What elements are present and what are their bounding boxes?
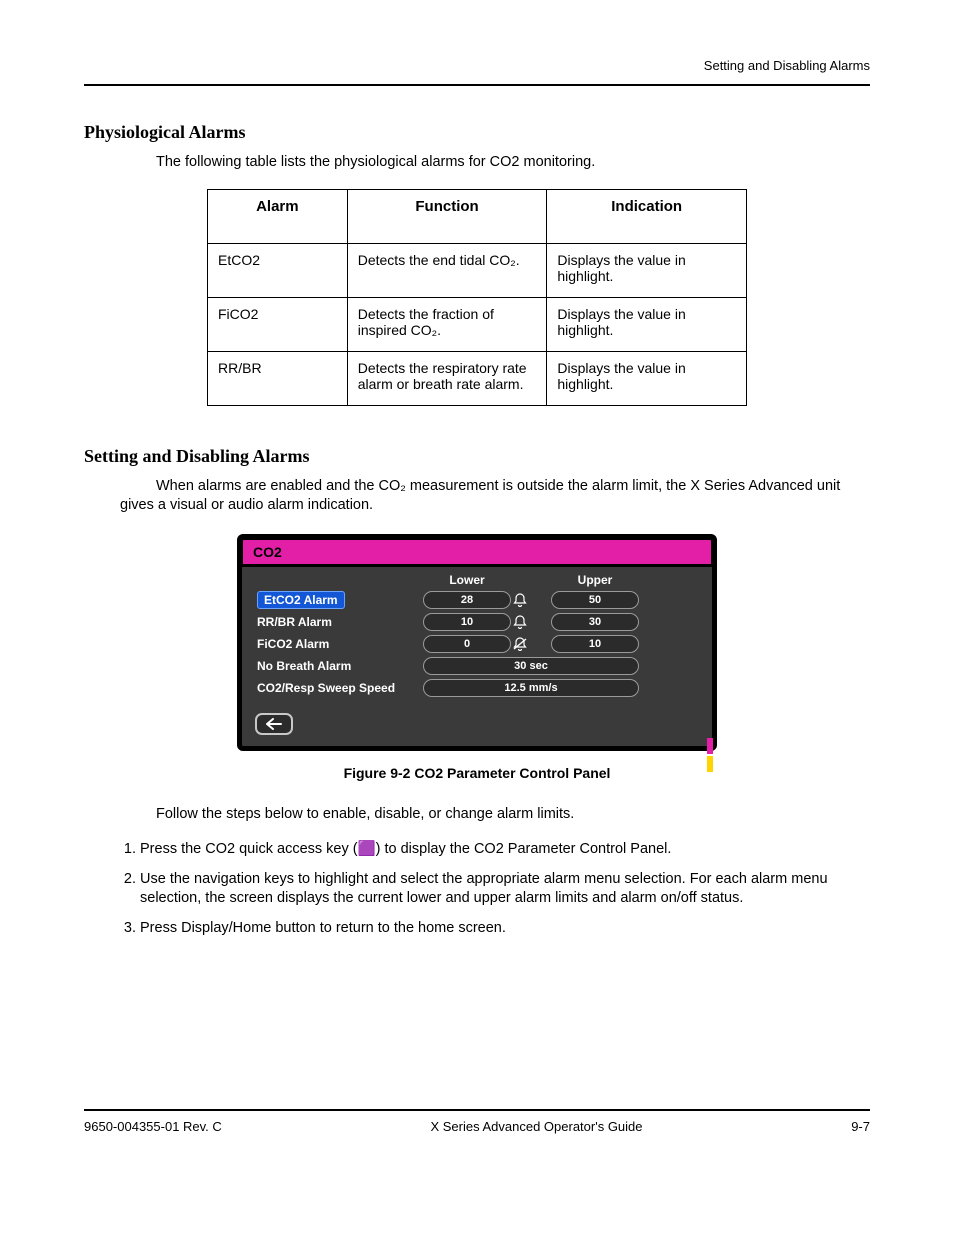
bell-on-icon bbox=[511, 614, 529, 629]
footer-rule bbox=[84, 1109, 870, 1111]
panel-title: CO2 bbox=[241, 538, 713, 567]
cell-alarm: FiCO2 bbox=[208, 297, 348, 351]
alarm-table: Alarm Function Indication EtCO2 Detects … bbox=[207, 189, 747, 406]
row-fico2-label[interactable]: FiCO2 Alarm bbox=[251, 637, 423, 651]
table-row: FiCO2 Detects the fraction of inspired C… bbox=[208, 297, 747, 351]
bell-on-icon bbox=[511, 592, 529, 607]
cell-alarm: EtCO2 bbox=[208, 243, 348, 297]
cell-alarm: RR/BR bbox=[208, 351, 348, 405]
table-header-row: Alarm Function Indication bbox=[208, 189, 747, 243]
header-section-title: Setting and Disabling Alarms bbox=[704, 58, 870, 73]
section-title-setting-alarms: Setting and Disabling Alarms bbox=[84, 446, 870, 467]
col-lower-label: Lower bbox=[423, 573, 511, 587]
co2-control-panel: CO2 Lower Upper EtCO2 Alarm 28 50 RR/BR bbox=[237, 534, 717, 751]
step-item: Use the navigation keys to highlight and… bbox=[140, 870, 870, 909]
section-title-physiological-alarms: Physiological Alarms bbox=[84, 122, 870, 143]
steps-list: Press the CO2 quick access key (🟪) to di… bbox=[140, 840, 870, 938]
step-item: Press the CO2 quick access key (🟪) to di… bbox=[140, 840, 870, 860]
row-etco2-label[interactable]: EtCO2 Alarm bbox=[251, 591, 423, 609]
footer-left: 9650-004355-01 Rev. C bbox=[84, 1119, 222, 1134]
etco2-lower-value[interactable]: 28 bbox=[423, 591, 511, 609]
back-button[interactable] bbox=[255, 713, 293, 735]
footer-right: 9-7 bbox=[851, 1119, 870, 1134]
setting-alarms-intro: When alarms are enabled and the CO₂ meas… bbox=[120, 477, 870, 516]
step-item: Press Display/Home button to return to t… bbox=[140, 919, 870, 939]
page-footer: 9650-004355-01 Rev. C X Series Advanced … bbox=[84, 1109, 870, 1134]
footer-center: X Series Advanced Operator's Guide bbox=[430, 1119, 642, 1134]
cell-function: Detects the end tidal CO₂. bbox=[347, 243, 547, 297]
figure-caption: Figure 9-2 CO2 Parameter Control Panel bbox=[84, 765, 870, 781]
cell-indication: Displays the value in highlight. bbox=[547, 351, 747, 405]
table-row: RR/BR Detects the respiratory rate alarm… bbox=[208, 351, 747, 405]
header-rule bbox=[84, 84, 870, 86]
row-sweep-label[interactable]: CO2/Resp Sweep Speed bbox=[251, 681, 423, 695]
rrbr-upper-value[interactable]: 30 bbox=[551, 613, 639, 631]
cell-indication: Displays the value in highlight. bbox=[547, 297, 747, 351]
th-function: Function bbox=[347, 189, 547, 243]
cell-function: Detects the fraction of inspired CO₂. bbox=[347, 297, 547, 351]
nobreath-value[interactable]: 30 sec bbox=[423, 657, 639, 675]
right-edge-marker-pink bbox=[707, 738, 713, 754]
arrow-left-icon bbox=[265, 718, 283, 730]
bell-off-icon bbox=[511, 636, 529, 651]
row-nobreath-label[interactable]: No Breath Alarm bbox=[251, 659, 423, 673]
th-alarm: Alarm bbox=[208, 189, 348, 243]
fico2-upper-value[interactable]: 10 bbox=[551, 635, 639, 653]
col-upper-label: Upper bbox=[551, 573, 639, 587]
table-row: EtCO2 Detects the end tidal CO₂. Display… bbox=[208, 243, 747, 297]
physiological-alarms-intro: The following table lists the physiologi… bbox=[120, 153, 870, 173]
rrbr-lower-value[interactable]: 10 bbox=[423, 613, 511, 631]
right-edge-marker-yellow bbox=[707, 756, 713, 772]
row-rrbr-label[interactable]: RR/BR Alarm bbox=[251, 615, 423, 629]
th-indication: Indication bbox=[547, 189, 747, 243]
cell-indication: Displays the value in highlight. bbox=[547, 243, 747, 297]
fico2-lower-value[interactable]: 0 bbox=[423, 635, 511, 653]
cell-function: Detects the respiratory rate alarm or br… bbox=[347, 351, 547, 405]
steps-intro: Follow the steps below to enable, disabl… bbox=[120, 805, 870, 825]
sweep-value[interactable]: 12.5 mm/s bbox=[423, 679, 639, 697]
etco2-upper-value[interactable]: 50 bbox=[551, 591, 639, 609]
